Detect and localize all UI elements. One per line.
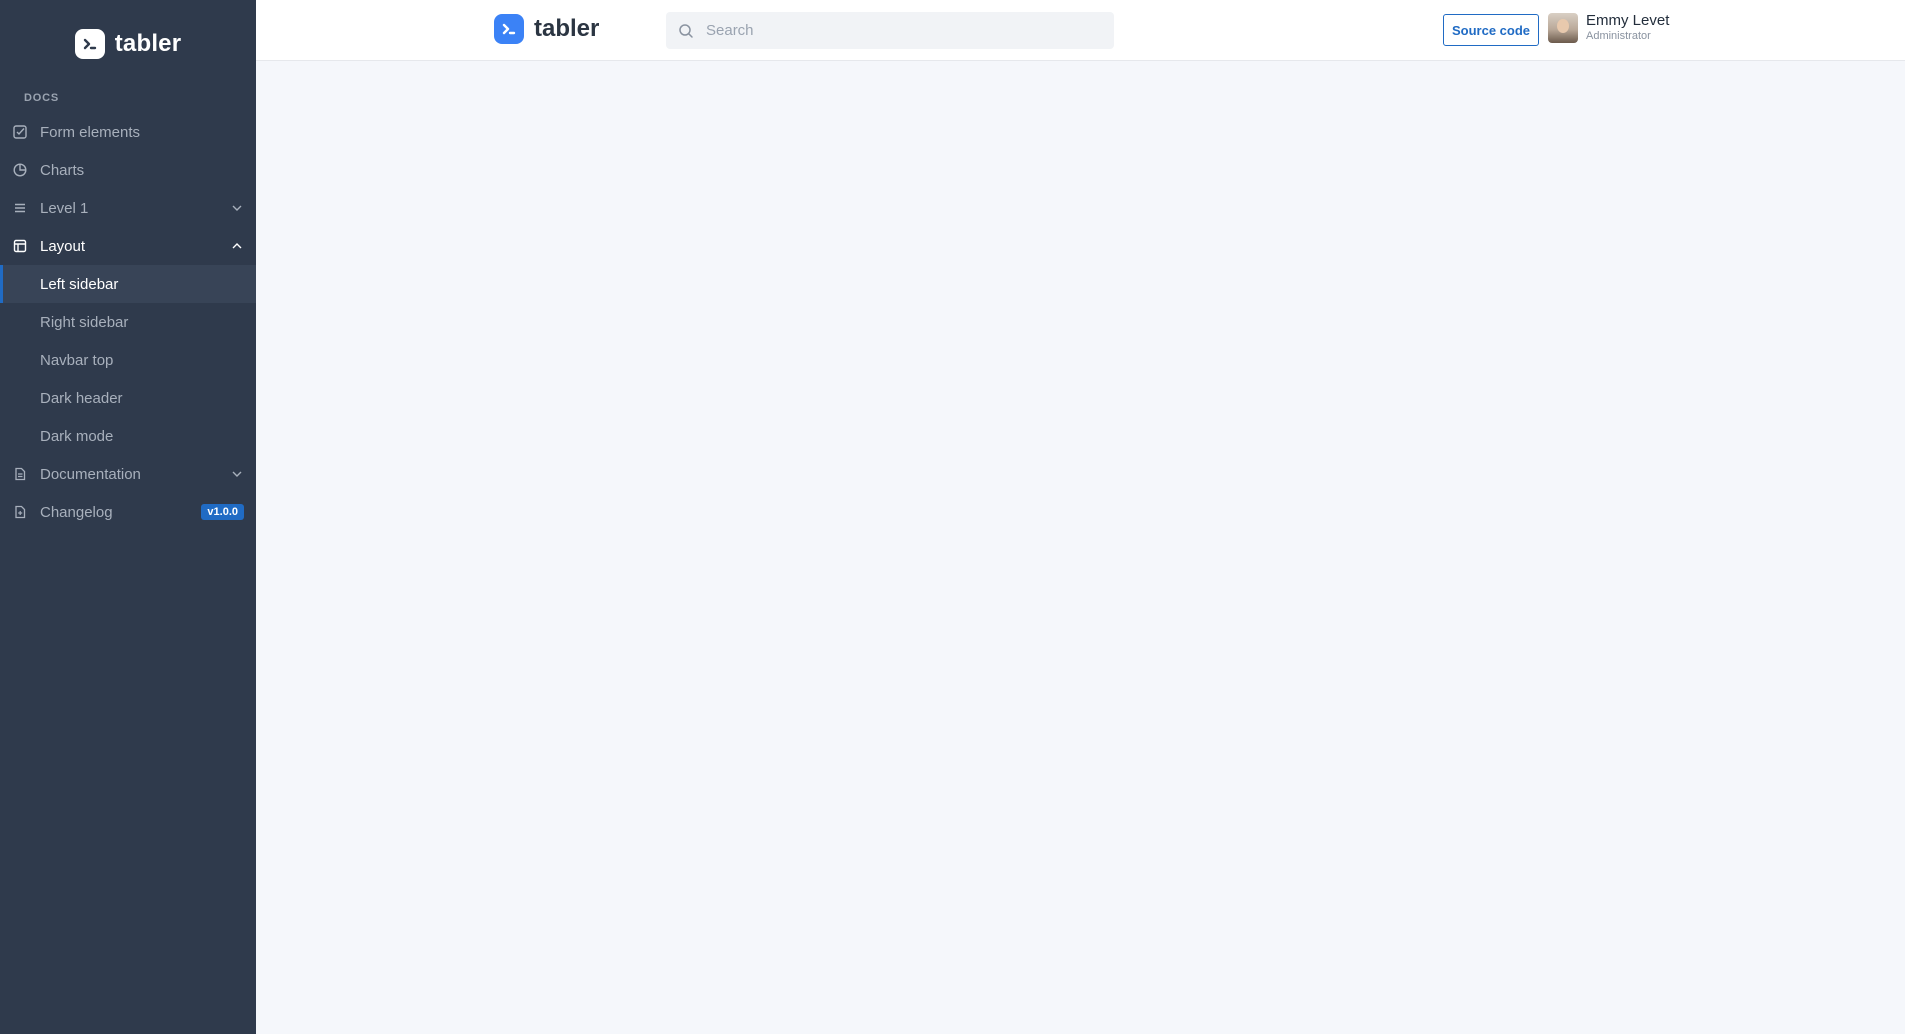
source-code-button[interactable]: Source code [1443,14,1540,46]
sidebar-item-label: Changelog [40,503,113,521]
user-menu[interactable]: Emmy Levet Administrator [1548,12,1669,43]
brand-name: tabler [114,29,182,57]
search-icon [678,23,694,39]
sidebar-item-label: Form elements [40,123,141,141]
user-name: Emmy Levet [1586,12,1670,29]
sidebar-item-level-1[interactable]: Level 1 [0,189,256,227]
header-brand[interactable]: tabler [494,14,599,44]
tabler-logo-icon [494,14,524,44]
sidebar: tabler Docs Form elements Charts Level 1… [0,0,256,1034]
sidebar-item-form-elements[interactable]: Form elements [0,113,256,151]
sidebar-subitem-right-sidebar[interactable]: Right sidebar [0,303,256,341]
sidebar-item-label: Documentation [40,465,141,483]
sidebar-item-changelog[interactable]: Changelog v1.0.0 [0,493,256,531]
file-plus-icon [12,504,28,520]
list-icon [12,200,28,216]
header-brand-name: tabler [534,15,600,42]
sidebar-item-layout[interactable]: Layout [0,227,256,265]
pie-chart-icon [12,162,28,178]
top-header: tabler Source code Emmy Levet Administra… [256,0,1905,61]
user-info: Emmy Levet Administrator [1586,12,1669,43]
sidebar-subitem-navbar-top[interactable]: Navbar top [0,341,256,379]
sidebar-subitem-dark-mode[interactable]: Dark mode [0,417,256,455]
chevron-down-icon[interactable] [230,467,244,481]
avatar[interactable] [1548,12,1578,43]
tabler-logo-icon [74,28,105,59]
sidebar-brand[interactable]: tabler [0,0,256,87]
checkbox-icon [12,124,28,140]
search-input[interactable] [706,22,1086,39]
chevron-down-icon[interactable] [230,201,244,215]
sidebar-item-charts[interactable]: Charts [0,151,256,189]
search-box[interactable] [666,12,1114,49]
file-text-icon [12,466,28,482]
sidebar-item-label: Charts [40,161,85,179]
sidebar-subitem-left-sidebar[interactable]: Left sidebar [0,265,256,303]
chevron-up-icon[interactable] [230,239,244,253]
sidebar-item-label: Level 1 [40,199,89,217]
sidebar-item-documentation[interactable]: Documentation [0,455,256,493]
user-role: Administrator [1586,30,1651,42]
sidebar-section-title: Docs [24,92,59,104]
version-badge: v1.0.0 [201,504,244,520]
sidebar-item-label: Layout [40,237,86,255]
layout-icon [12,238,28,254]
sidebar-subitem-dark-header[interactable]: Dark header [0,379,256,417]
